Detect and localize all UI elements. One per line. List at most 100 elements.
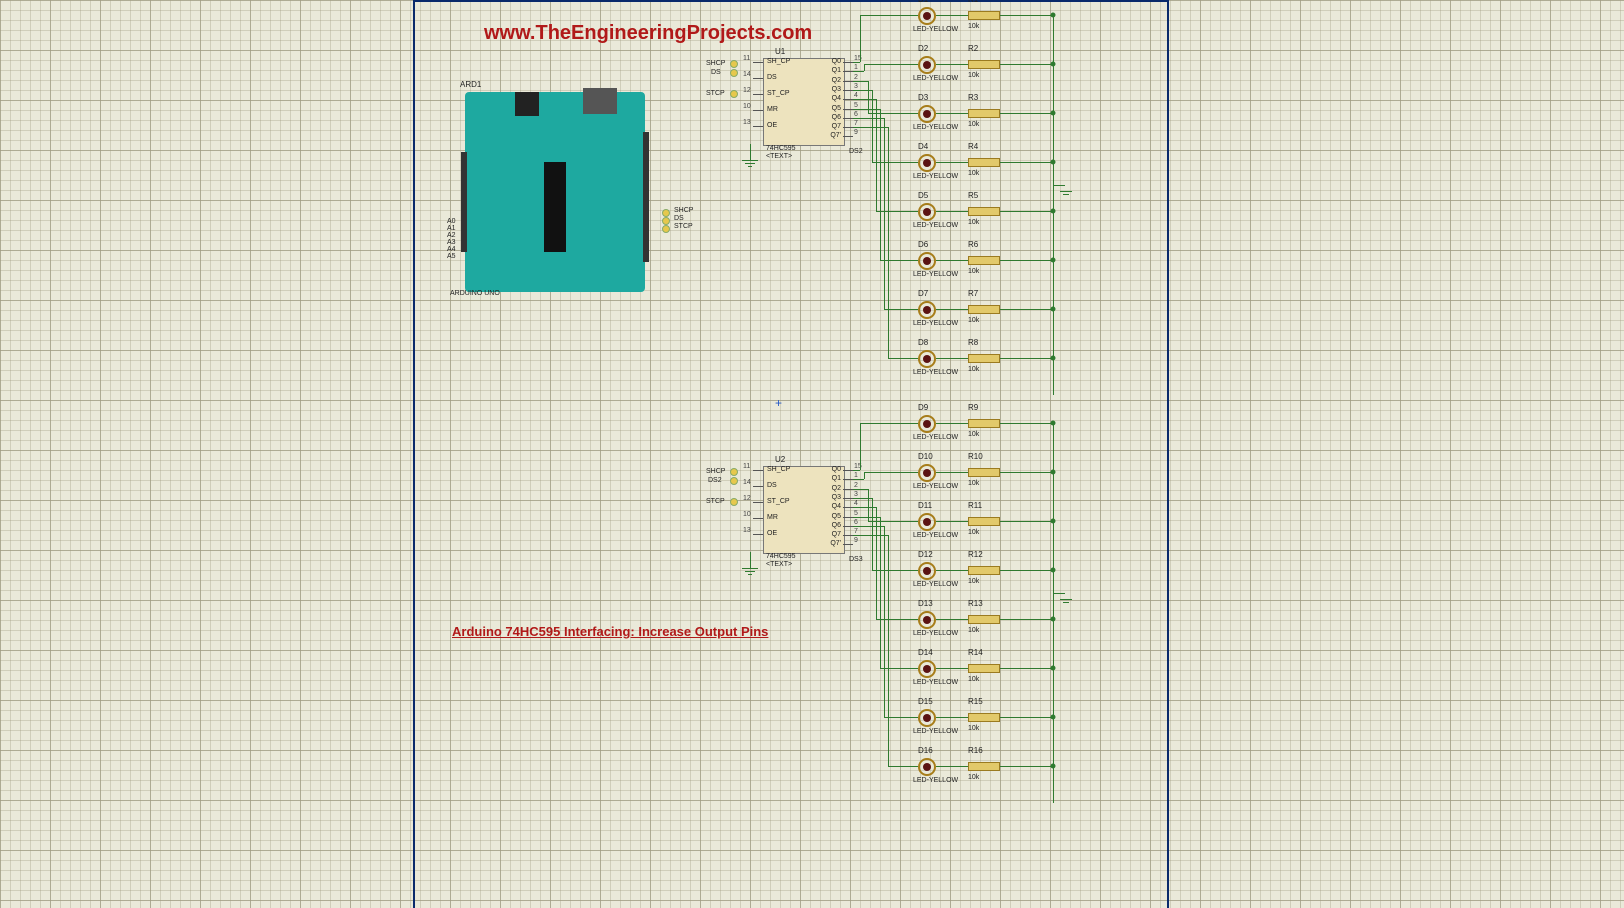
component-resistor[interactable] [968, 11, 1000, 20]
led-part: LED-YELLOW [913, 369, 958, 376]
component-resistor[interactable] [968, 762, 1000, 771]
res-ref: R15 [968, 697, 983, 706]
u1-part: 74HC595 [766, 145, 796, 152]
led-part: LED-YELLOW [913, 222, 958, 229]
led-lens [923, 61, 931, 69]
wire [1000, 521, 1053, 522]
pin-name: SH_CP [767, 466, 790, 473]
led-part: LED-YELLOW [913, 173, 958, 180]
wire [880, 668, 918, 669]
wire [853, 507, 876, 508]
component-resistor[interactable] [968, 354, 1000, 363]
origin-marker: + [775, 396, 782, 410]
wire [1000, 211, 1053, 212]
ic-pin [753, 502, 763, 503]
component-resistor[interactable] [968, 713, 1000, 722]
pin-number: 5 [854, 102, 858, 109]
pin-number: 2 [854, 482, 858, 489]
wire [936, 358, 968, 359]
res-ref: R4 [968, 142, 978, 151]
led-lens [923, 616, 931, 624]
pin-name: Q2 [823, 77, 841, 84]
component-resistor[interactable] [968, 664, 1000, 673]
gnd-u1 [750, 144, 751, 160]
res-value: 10k [968, 676, 979, 683]
led-part: LED-YELLOW [913, 728, 958, 735]
pin-number: 9 [854, 537, 858, 544]
ic-pin [843, 535, 853, 536]
pin-name: DS [767, 74, 777, 81]
component-resistor[interactable] [968, 207, 1000, 216]
res-value: 10k [968, 170, 979, 177]
component-resistor[interactable] [968, 158, 1000, 167]
wire [860, 15, 861, 62]
res-value: 10k [968, 23, 979, 30]
component-resistor[interactable] [968, 419, 1000, 428]
wire [1000, 260, 1053, 261]
led-part: LED-YELLOW [913, 75, 958, 82]
wire [888, 127, 889, 358]
led-lens [923, 665, 931, 673]
wire [1000, 309, 1053, 310]
wire [860, 423, 918, 424]
wire [1000, 64, 1053, 65]
pin-number: 9 [854, 129, 858, 136]
u2-in-stcp: STCP [706, 498, 725, 505]
component-resistor[interactable] [968, 256, 1000, 265]
schematic-canvas[interactable]: www.TheEngineeringProjects.com Arduino 7… [0, 0, 1624, 908]
page-title: www.TheEngineeringProjects.com [484, 22, 812, 45]
wire [1000, 619, 1053, 620]
wire [888, 766, 918, 767]
component-resistor[interactable] [968, 615, 1000, 624]
net-terminal [662, 209, 670, 217]
wire [853, 81, 868, 82]
component-resistor[interactable] [968, 468, 1000, 477]
res-value: 10k [968, 480, 979, 487]
component-resistor[interactable] [968, 305, 1000, 314]
net-terminal [730, 60, 738, 68]
pin-number: 3 [854, 83, 858, 90]
ic-pin [843, 507, 853, 508]
label-a5: A5 [447, 253, 456, 260]
component-resistor[interactable] [968, 566, 1000, 575]
u1-ds-out: DS2 [849, 148, 863, 155]
wire [936, 619, 968, 620]
wire [876, 211, 918, 212]
component-resistor[interactable] [968, 517, 1000, 526]
res-ref: R2 [968, 44, 978, 53]
led-lens [923, 714, 931, 722]
wire [1000, 113, 1053, 114]
gnd-bus-top [1053, 15, 1054, 395]
res-value: 10k [968, 725, 979, 732]
component-arduino-uno[interactable] [465, 92, 645, 292]
pin-name: Q2 [823, 485, 841, 492]
led-part: LED-YELLOW [913, 581, 958, 588]
led-lens [923, 306, 931, 314]
ic-pin [753, 78, 763, 79]
wire [884, 309, 918, 310]
ic-pin [843, 71, 853, 72]
wire [936, 521, 968, 522]
res-ref: R16 [968, 746, 983, 755]
ic-pin [843, 109, 853, 110]
pin-name: DS [767, 482, 777, 489]
res-ref: R7 [968, 289, 978, 298]
wire [876, 99, 877, 211]
component-resistor[interactable] [968, 109, 1000, 118]
pin-name: ST_CP [767, 90, 790, 97]
wire [936, 64, 968, 65]
res-value: 10k [968, 431, 979, 438]
wire [936, 717, 968, 718]
led-ref: D6 [918, 240, 928, 249]
component-resistor[interactable] [968, 60, 1000, 69]
wire [936, 113, 968, 114]
u1-mark: <TEXT> [766, 153, 792, 160]
wire [853, 109, 880, 110]
wire [884, 118, 885, 309]
pin-name: Q3 [823, 494, 841, 501]
u1-in-stcp: STCP [706, 90, 725, 97]
label-a2: A2 [447, 232, 456, 239]
res-value: 10k [968, 529, 979, 536]
pin-number: 14 [743, 71, 751, 78]
ic-pin [843, 526, 853, 527]
